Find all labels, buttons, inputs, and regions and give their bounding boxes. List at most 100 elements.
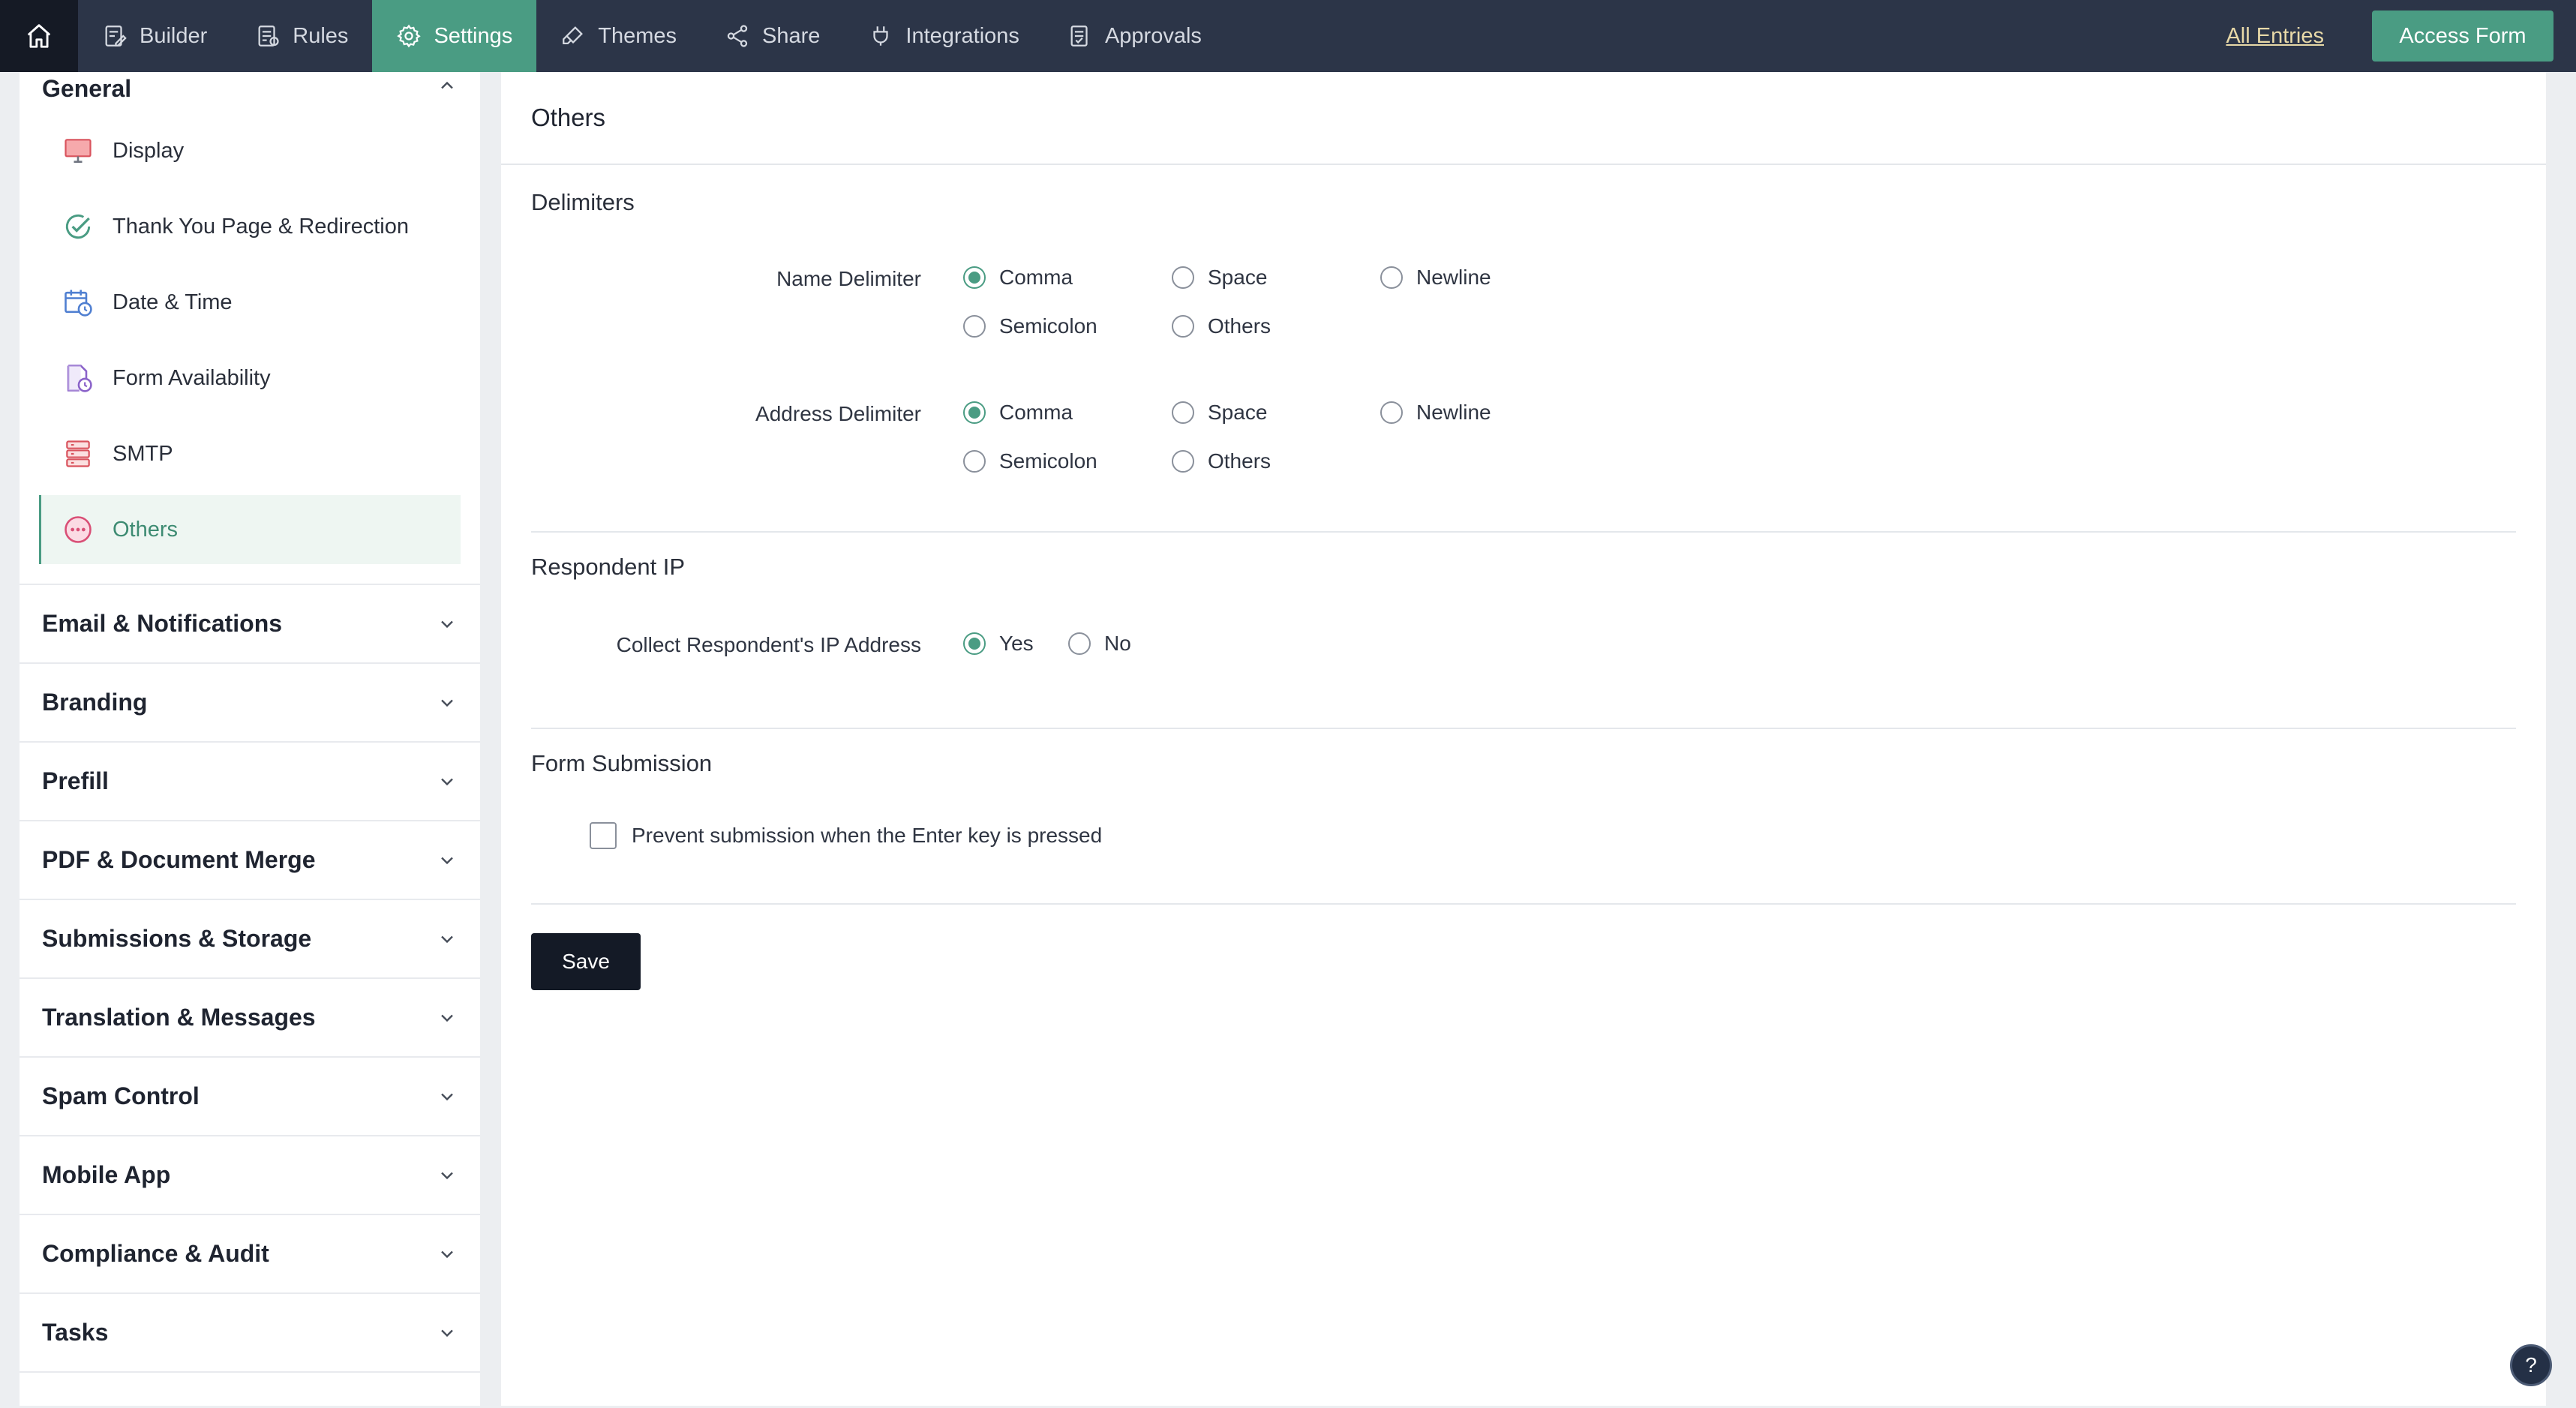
home-button[interactable] <box>0 0 78 72</box>
name-delimiter-comma-radio[interactable]: Comma <box>963 266 1073 290</box>
all-entries-link[interactable]: All Entries <box>2226 24 2324 49</box>
collect-ip-no-radio[interactable]: No <box>1068 632 1131 656</box>
page-title: Others <box>501 72 2546 165</box>
sidebar-item-label: SMTP <box>113 441 173 466</box>
chevron-down-icon <box>441 699 453 707</box>
tab-share[interactable]: Share <box>701 0 844 72</box>
calendar-clock-icon <box>65 290 92 317</box>
check-circle-icon <box>65 214 91 239</box>
radio-dot <box>963 450 986 473</box>
respondent-ip-heading: Respondent IP <box>531 554 686 580</box>
chevron-down-icon <box>441 1250 453 1258</box>
radio-label: Semicolon <box>999 449 1097 473</box>
sidebar-section-prefill[interactable]: Prefill <box>20 743 480 821</box>
sidebar-item-smtp[interactable]: SMTP <box>39 419 461 488</box>
sidebar-section-mobile-app[interactable]: Mobile App <box>20 1136 480 1215</box>
section-divider <box>531 903 2516 905</box>
more-circle-icon <box>65 516 92 543</box>
tab-rules[interactable]: Rules <box>231 0 372 72</box>
tab-label: Share <box>762 23 821 48</box>
access-form-button[interactable]: Access Form <box>2372 11 2553 62</box>
brush-icon <box>563 26 584 45</box>
radio-dot <box>1172 266 1194 289</box>
radio-label: Semicolon <box>999 314 1097 338</box>
sidebar-section-email-notifications[interactable]: Email & Notifications <box>20 585 480 664</box>
share-icon <box>727 25 748 47</box>
section-divider <box>531 531 2516 533</box>
sidebar-item-label: Display <box>113 138 185 163</box>
radio-dot <box>1172 401 1194 424</box>
chevron-down-icon <box>441 1093 453 1100</box>
prevent-enter-submit-checkbox[interactable] <box>590 822 617 849</box>
sidebar-item-thank-you-page[interactable]: Thank You Page & Redirection <box>39 192 461 261</box>
address-delimiter-space-radio[interactable]: Space <box>1172 401 1267 425</box>
sidebar-item-label: Form Availability <box>113 365 271 390</box>
plug-icon <box>873 26 889 46</box>
chevron-down-icon <box>441 1014 453 1022</box>
collect-ip-label: Collect Respondent's IP Address <box>616 633 921 656</box>
section-title: Tasks <box>42 1319 109 1346</box>
section-title: Compliance & Audit <box>42 1240 269 1267</box>
approvals-icon <box>1070 26 1088 47</box>
save-button[interactable]: Save <box>531 933 641 990</box>
help-button[interactable]: ? <box>2510 1344 2552 1386</box>
tab-label: Builder <box>140 23 208 48</box>
window-edge <box>2546 72 2576 1406</box>
radio-dot <box>963 315 986 338</box>
prevent-enter-submit-option[interactable]: Prevent submission when the Enter key is… <box>590 822 1102 849</box>
radio-label: Others <box>1208 449 1271 473</box>
tab-themes[interactable]: Themes <box>536 0 701 72</box>
section-title: Submissions & Storage <box>42 925 312 952</box>
sidebar-item-display[interactable]: Display <box>39 116 461 185</box>
tab-label: Approvals <box>1104 23 1202 48</box>
sidebar-section-pdf-document-merge[interactable]: PDF & Document Merge <box>20 821 480 900</box>
radio-label: Yes <box>999 632 1034 655</box>
radio-label: Newline <box>1416 266 1491 289</box>
radio-label: Space <box>1208 401 1268 424</box>
sidebar-section-submissions-storage[interactable]: Submissions & Storage <box>20 900 480 979</box>
sidebar-item-others[interactable]: Others <box>39 495 461 564</box>
address-delimiter-others-radio[interactable]: Others <box>1172 449 1271 473</box>
section-divider <box>531 728 2516 729</box>
address-delimiter-semicolon-radio[interactable]: Semicolon <box>963 449 1097 473</box>
sidebar-section-general[interactable]: General <box>20 72 480 110</box>
tab-approvals[interactable]: Approvals <box>1043 0 1226 72</box>
tab-label: Rules <box>293 23 349 48</box>
builder-icon <box>105 26 127 47</box>
settings-main-panel: Others Delimiters Name Delimiter Comma S… <box>501 72 2546 1406</box>
name-delimiter-semicolon-radio[interactable]: Semicolon <box>963 314 1097 338</box>
tab-label: Settings <box>434 23 513 48</box>
sidebar-section-translation-messages[interactable]: Translation & Messages <box>20 979 480 1058</box>
chevron-down-icon <box>441 620 453 628</box>
radio-label: Comma <box>999 401 1073 424</box>
delimiters-heading: Delimiters <box>531 189 635 215</box>
tab-settings[interactable]: Settings <box>372 0 537 72</box>
sidebar-section-branding[interactable]: Branding <box>20 664 480 743</box>
sidebar-item-form-availability[interactable]: Form Availability <box>39 344 461 413</box>
tab-label: Integrations <box>905 23 1019 48</box>
chevron-up-icon <box>441 81 453 89</box>
sidebar-section-compliance-audit[interactable]: Compliance & Audit <box>20 1215 480 1294</box>
tab-integrations[interactable]: Integrations <box>844 0 1043 72</box>
tab-builder[interactable]: Builder <box>78 0 231 72</box>
chevron-down-icon <box>441 1329 453 1337</box>
name-delimiter-newline-radio[interactable]: Newline <box>1380 266 1491 290</box>
sidebar-item-date-time[interactable]: Date & Time <box>39 268 461 337</box>
sidebar-section-tasks[interactable]: Tasks <box>20 1294 480 1373</box>
radio-label: Others <box>1208 314 1271 338</box>
sidebar-item-label: Date & Time <box>113 290 233 314</box>
general-sub-list: Display Thank You Page & Redirection Dat… <box>20 116 480 585</box>
chevron-down-icon <box>441 778 453 785</box>
chevron-down-icon <box>441 935 453 943</box>
section-title: Spam Control <box>42 1082 200 1109</box>
name-delimiter-space-radio[interactable]: Space <box>1172 266 1267 290</box>
radio-label: No <box>1104 632 1131 655</box>
sidebar-section-spam-control[interactable]: Spam Control <box>20 1058 480 1136</box>
address-delimiter-newline-radio[interactable]: Newline <box>1380 401 1491 425</box>
address-delimiter-comma-radio[interactable]: Comma <box>963 401 1073 425</box>
radio-dot <box>963 401 986 424</box>
name-delimiter-others-radio[interactable]: Others <box>1172 314 1271 338</box>
radio-dot <box>1380 401 1403 424</box>
tab-label: Themes <box>598 23 677 48</box>
collect-ip-yes-radio[interactable]: Yes <box>963 632 1034 656</box>
